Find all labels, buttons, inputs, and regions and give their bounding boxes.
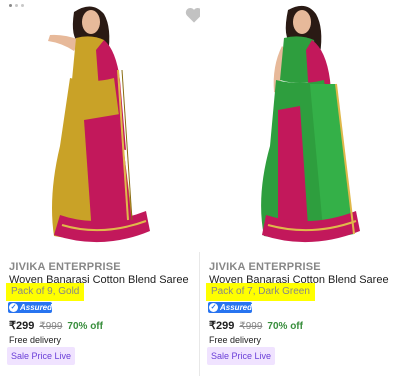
discount-label: 70% off — [267, 321, 303, 332]
selling-price: ₹299 — [9, 320, 35, 332]
product-grid: JIVIKA ENTERPRISE Woven Banarasi Cotton … — [0, 0, 400, 376]
saree-model-image — [261, 5, 360, 243]
saree-model-image — [48, 6, 150, 243]
delivery-info: Free delivery — [209, 335, 262, 345]
assured-check-icon: ✓ — [9, 303, 18, 312]
assured-badge: ✓ Assured — [8, 302, 52, 313]
image-carousel-dots[interactable] — [9, 4, 24, 7]
variant-label: Pack of 7, Dark Green — [206, 283, 315, 301]
product-image[interactable] — [0, 0, 204, 252]
assured-badge: ✓ Assured — [208, 302, 252, 313]
offer-badge: Sale Price Live — [7, 347, 76, 365]
offer-badge: Sale Price Live — [207, 347, 276, 365]
brand-name: JIVIKA ENTERPRISE — [9, 261, 121, 273]
carousel-dot[interactable] — [15, 4, 18, 7]
selling-price: ₹299 — [209, 320, 235, 332]
product-card[interactable]: JIVIKA ENTERPRISE Woven Banarasi Cotton … — [0, 0, 204, 376]
assured-label: Assured — [20, 303, 53, 312]
carousel-dot[interactable] — [9, 4, 12, 7]
product-card[interactable]: JIVIKA ENTERPRISE Woven Banarasi Cotton … — [200, 0, 400, 376]
carousel-dot[interactable] — [21, 4, 24, 7]
delivery-info: Free delivery — [9, 335, 62, 345]
discount-label: 70% off — [67, 321, 103, 332]
assured-label: Assured — [220, 303, 253, 312]
variant-label: Pack of 9, Gold — [6, 283, 85, 301]
price-row: ₹299 ₹999 70% off — [209, 319, 303, 333]
original-price: ₹999 — [239, 321, 263, 332]
price-row: ₹299 ₹999 70% off — [9, 319, 103, 333]
brand-name: JIVIKA ENTERPRISE — [209, 261, 321, 273]
product-image[interactable] — [200, 0, 400, 252]
original-price: ₹999 — [39, 321, 63, 332]
assured-check-icon: ✓ — [209, 303, 218, 312]
